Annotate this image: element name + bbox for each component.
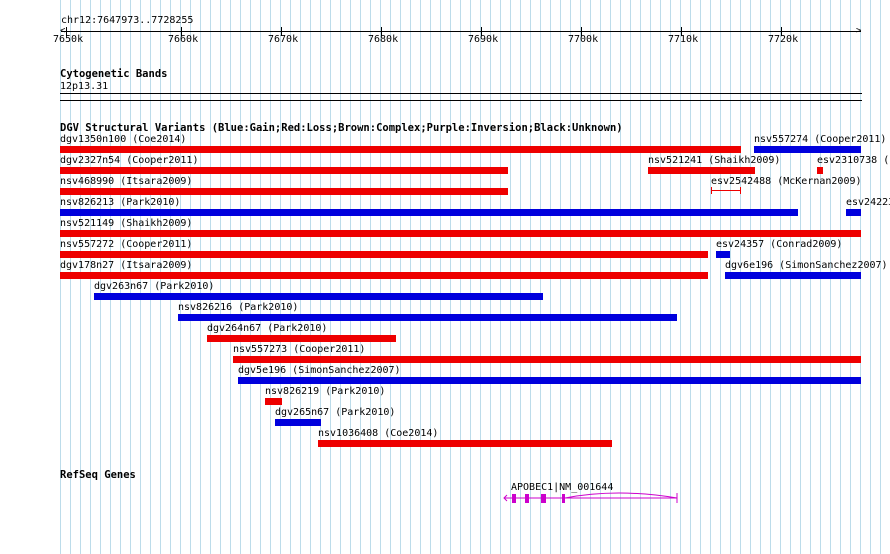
variant-bar[interactable] — [275, 419, 321, 426]
dgv-track-title: DGV Structural Variants (Blue:Gain;Red:L… — [60, 122, 623, 134]
variant-bar[interactable] — [238, 377, 861, 384]
ruler-tick-label: 7710k — [668, 34, 699, 45]
variant-label[interactable]: dgv6e196 (SimonSanchez2007) — [725, 261, 888, 271]
variant-bar[interactable] — [754, 146, 861, 153]
variant-bar[interactable] — [60, 272, 708, 279]
variant-label[interactable]: dgv265n67 (Park2010) — [275, 408, 395, 418]
ruler-tick-label: 7690k — [468, 34, 499, 45]
variant-label[interactable]: dgv178n27 (Itsara2009) — [60, 261, 192, 271]
grid-line — [710, 0, 711, 554]
variant-label[interactable]: nsv826219 (Park2010) — [265, 387, 385, 397]
variant-label[interactable]: esv2310738 ( — [817, 156, 889, 166]
ruler-tick-label: 7660k — [168, 34, 199, 45]
variant-bar[interactable] — [94, 293, 543, 300]
variant-bar[interactable] — [60, 146, 741, 153]
grid-line — [720, 0, 721, 554]
grid-line — [880, 0, 881, 554]
variant-bar[interactable] — [60, 209, 798, 216]
variant-bar[interactable] — [60, 188, 508, 195]
cytoband-upper-line — [60, 93, 862, 94]
variant-bar[interactable] — [60, 230, 861, 237]
variant-label[interactable]: esv24357 (Conrad2009) — [716, 240, 842, 250]
locus-label: chr12:7647973..7728255 — [61, 15, 194, 26]
variant-label[interactable]: dgv5e196 (SimonSanchez2007) — [238, 366, 401, 376]
ruler-tick-label: 7720k — [768, 34, 799, 45]
variant-label[interactable]: nsv826216 (Park2010) — [178, 303, 298, 313]
variant-bar[interactable] — [60, 167, 508, 174]
gene-model-apobec1[interactable] — [500, 490, 685, 506]
ruler-tick-label: 7680k — [368, 34, 399, 45]
cytoband-track-title: Cytogenetic Bands — [60, 68, 168, 80]
ruler-tick-label: 7670k — [268, 34, 299, 45]
variant-bar[interactable] — [725, 272, 861, 279]
variant-bar[interactable] — [846, 209, 861, 216]
cytoband-lower-line — [60, 100, 862, 101]
variant-bar[interactable] — [817, 167, 823, 174]
variant-bar[interactable] — [716, 251, 730, 258]
variant-bar[interactable] — [711, 187, 741, 194]
variant-label[interactable]: dgv263n67 (Park2010) — [94, 282, 214, 292]
variant-label[interactable]: nsv468990 (Itsara2009) — [60, 177, 192, 187]
variant-bar[interactable] — [178, 314, 677, 321]
refseq-track-title: RefSeq Genes — [60, 469, 136, 481]
variant-bar[interactable] — [648, 167, 755, 174]
variant-label[interactable]: dgv2327n54 (Cooper2011) — [60, 156, 198, 166]
variant-bar[interactable] — [207, 335, 396, 342]
variant-bar-line — [712, 190, 740, 191]
variant-label[interactable]: esv2542488 (McKernan2009) — [711, 177, 862, 187]
variant-label[interactable]: nsv557272 (Cooper2011) — [60, 240, 192, 250]
ruler-tick-label: 7650k — [53, 34, 84, 45]
variant-label[interactable]: nsv521149 (Shaikh2009) — [60, 219, 192, 229]
ruler-tick-label: 7700k — [568, 34, 599, 45]
variant-label[interactable]: dgv264n67 (Park2010) — [207, 324, 327, 334]
cytoband-label: 12p13.31 — [60, 81, 109, 92]
variant-bar[interactable] — [60, 251, 708, 258]
variant-label[interactable]: dgv1350n100 (Coe2014) — [60, 135, 186, 145]
variant-label[interactable]: nsv826213 (Park2010) — [60, 198, 180, 208]
variant-label[interactable]: nsv1036408 (Coe2014) — [318, 429, 438, 439]
ruler-right-arrow-icon[interactable]: > — [856, 27, 861, 36]
genome-browser-view: chr12:7647973..7728255 < > 7650k7660k767… — [0, 0, 890, 554]
variant-label[interactable]: nsv557274 (Cooper2011) — [754, 135, 886, 145]
variant-bar[interactable] — [265, 398, 282, 405]
variant-bar[interactable] — [318, 440, 612, 447]
variant-bar[interactable] — [233, 356, 861, 363]
variant-label[interactable]: nsv557273 (Cooper2011) — [233, 345, 365, 355]
variant-label[interactable]: esv24223 — [846, 198, 890, 208]
grid-line — [870, 0, 871, 554]
variant-label[interactable]: nsv521241 (Shaikh2009) — [648, 156, 780, 166]
